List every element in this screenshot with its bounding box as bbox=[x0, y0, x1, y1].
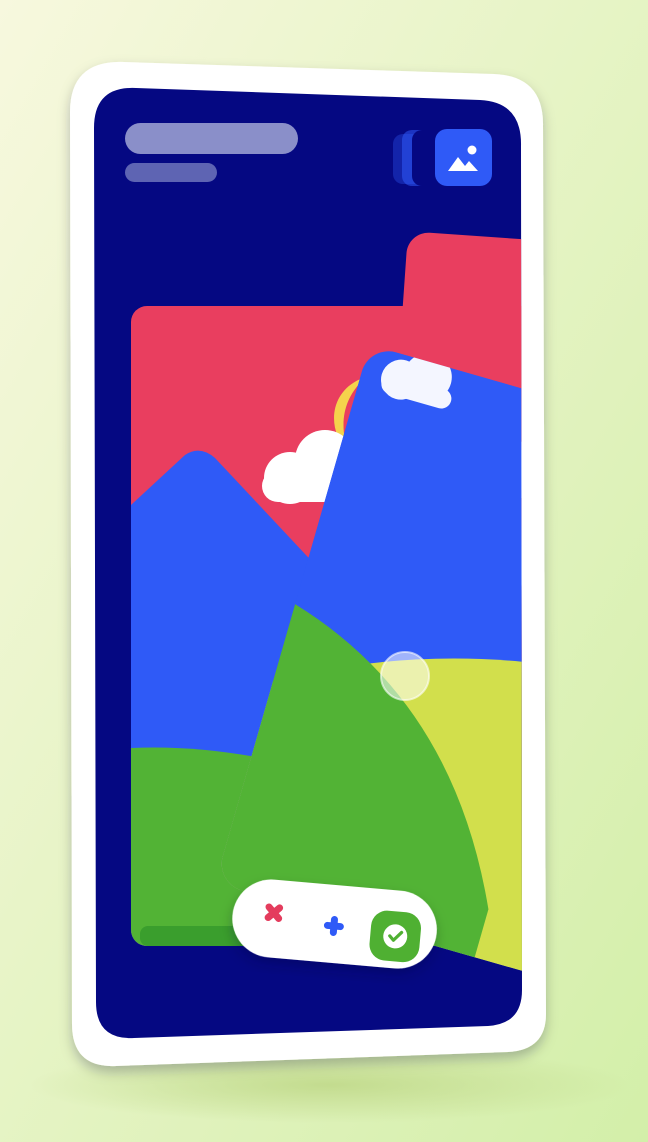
accept-button[interactable] bbox=[368, 903, 424, 959]
reject-button[interactable] bbox=[250, 895, 300, 945]
header-subtitle-bar bbox=[125, 163, 217, 182]
phone-mockup bbox=[0, 0, 648, 1142]
add-button[interactable] bbox=[312, 903, 358, 949]
header-title-bar bbox=[125, 123, 298, 154]
drag-touch-indicator bbox=[380, 651, 430, 701]
gallery-button[interactable] bbox=[393, 128, 493, 188]
